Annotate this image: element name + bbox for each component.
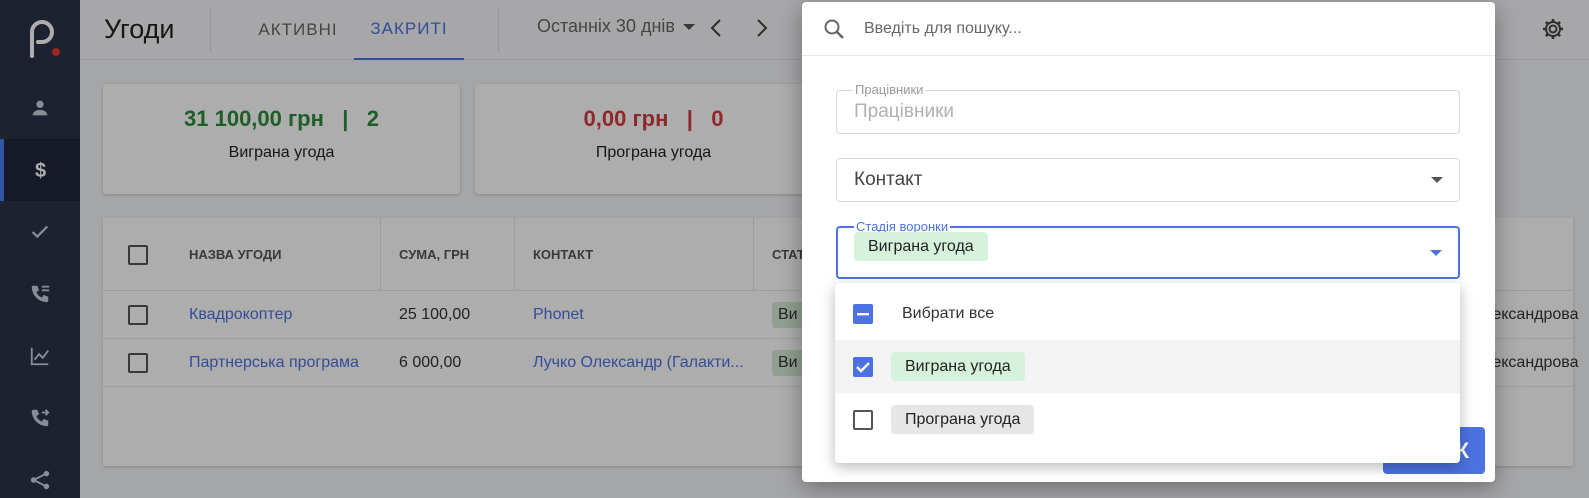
menu-item-lost[interactable]: Програна угода: [835, 393, 1460, 446]
contact-select[interactable]: Контакт: [836, 158, 1460, 202]
lost-stage-chip: Програна угода: [891, 404, 1035, 434]
employees-field[interactable]: Працівники Працівники: [836, 82, 1460, 134]
chevron-down-icon: [1430, 249, 1442, 256]
menu-item-label: Вибрати все: [902, 304, 995, 322]
won-stage-chip: Виграна угода: [891, 351, 1025, 381]
selected-stage-chip[interactable]: Виграна угода: [854, 232, 988, 261]
search-icon: [824, 19, 844, 39]
chevron-down-icon: [1431, 177, 1443, 183]
employees-placeholder: Працівники: [854, 101, 955, 122]
contact-select-value: Контакт: [854, 169, 923, 190]
stage-dropdown-menu: Вибрати все Виграна угода Програна угода: [835, 283, 1460, 463]
employees-label: Працівники: [853, 82, 926, 97]
search-bar: [802, 2, 1495, 56]
indeterminate-checkbox-icon[interactable]: [853, 303, 873, 324]
checked-checkbox-icon[interactable]: [853, 356, 873, 377]
stage-select[interactable]: Стадія воронки Виграна угода: [836, 219, 1460, 279]
search-input[interactable]: [864, 14, 1464, 44]
unchecked-checkbox-icon[interactable]: [853, 409, 873, 430]
menu-item-select-all[interactable]: Вибрати все: [835, 287, 1460, 340]
menu-item-won[interactable]: Виграна угода: [835, 340, 1460, 393]
